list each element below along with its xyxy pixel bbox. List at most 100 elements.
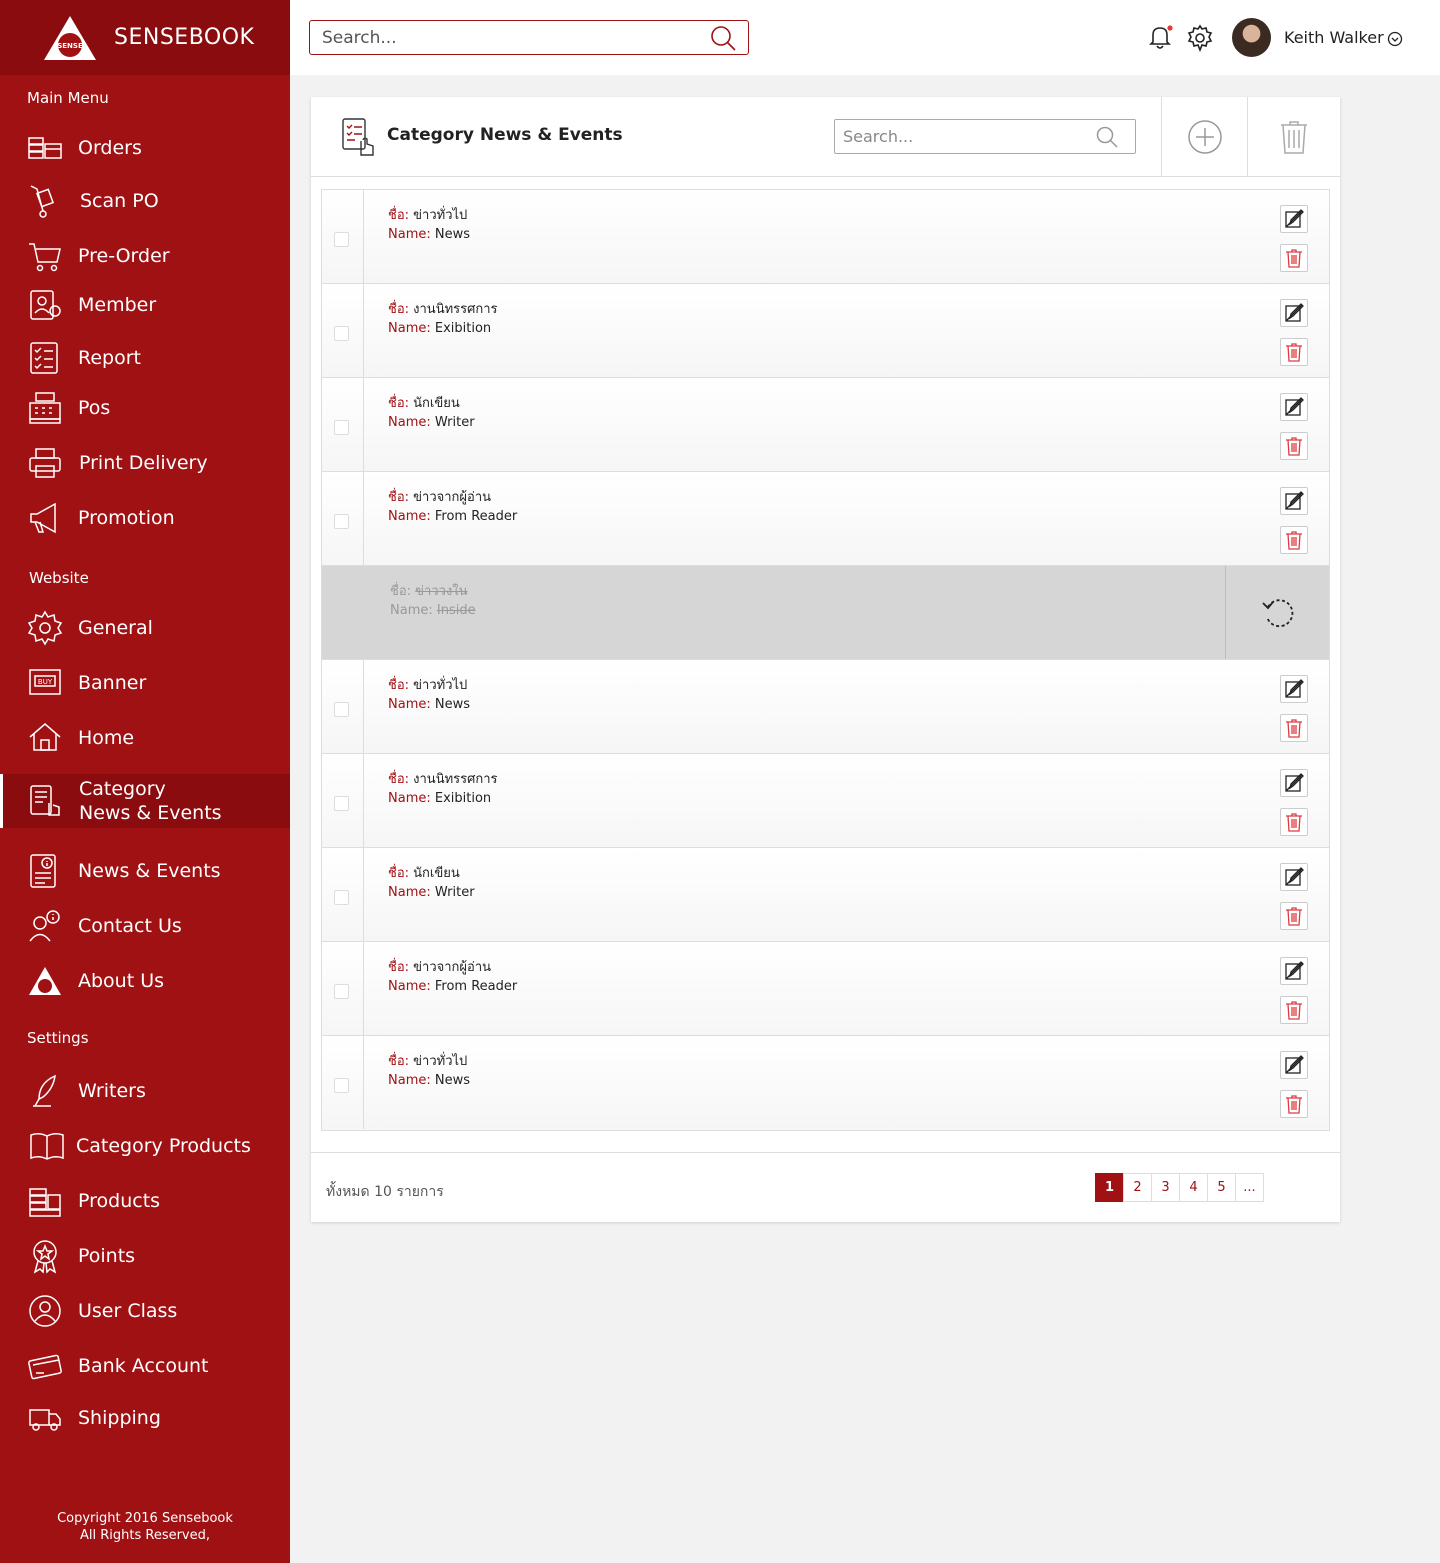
delete-button[interactable]: [1280, 996, 1308, 1024]
sidebar-item-label: Print Delivery: [79, 452, 208, 474]
delete-button[interactable]: [1280, 526, 1308, 554]
sidebar-item-member[interactable]: Member: [0, 281, 290, 329]
delete-button[interactable]: [1280, 338, 1308, 366]
english-name-line: Name: News: [388, 1073, 470, 1088]
sidebar-item-print-delivery[interactable]: Print Delivery: [0, 439, 290, 487]
edit-button[interactable]: [1280, 675, 1308, 703]
sidebar-item-pos[interactable]: Pos: [0, 384, 290, 432]
table-row: ชื่อ: ข่าวทั่วไป Name: News: [322, 190, 1329, 284]
add-button[interactable]: [1161, 97, 1247, 177]
delete-button[interactable]: [1280, 902, 1308, 930]
checkbox-cell: [322, 848, 364, 941]
restore-icon: [1260, 595, 1296, 631]
english-name-line: Name: From Reader: [388, 509, 517, 524]
row-checkbox[interactable]: [334, 420, 349, 435]
sidebar-item-label: Orders: [78, 137, 142, 159]
edit-button[interactable]: [1280, 205, 1308, 233]
sidebar-item-home[interactable]: Home: [0, 714, 290, 762]
printer-icon: [29, 448, 61, 478]
thai-name-label: ชื่อ:: [390, 584, 412, 599]
settings-gear-icon[interactable]: [1186, 24, 1214, 52]
thai-name-line: ชื่อ: ข่าวจากผู้อ่าน: [388, 486, 491, 507]
cart-icon: [29, 243, 61, 272]
sidebar-item-bank-account[interactable]: Bank Account: [0, 1342, 290, 1390]
restore-button[interactable]: [1225, 566, 1330, 659]
search-icon[interactable]: [710, 25, 736, 51]
thai-name-label: ชื่อ:: [388, 302, 410, 317]
sidebar-item-category-news-events[interactable]: Category News & Events: [0, 774, 290, 828]
sidebar-item-shipping[interactable]: Shipping: [0, 1394, 290, 1442]
page-button-3[interactable]: 3: [1151, 1173, 1180, 1202]
row-checkbox[interactable]: [334, 984, 349, 999]
thai-name-line: ชื่อ: ข่าวจากผู้อ่าน: [388, 956, 491, 977]
table-row: ชื่อ: ข่าวจากผู้อ่าน Name: From Reader: [322, 942, 1329, 1036]
sidebar-item-orders[interactable]: Orders: [0, 124, 290, 172]
thai-name-label: ชื่อ:: [388, 396, 410, 411]
category-icon: [30, 785, 60, 816]
page-button-1[interactable]: 1: [1095, 1173, 1124, 1202]
delete-button[interactable]: [1280, 714, 1308, 742]
edit-button[interactable]: [1280, 393, 1308, 421]
english-name-line: Name: News: [388, 697, 470, 712]
sidebar-item-pre-order[interactable]: Pre-Order: [0, 232, 290, 280]
sidebar-item-promotion[interactable]: Promotion: [0, 494, 290, 542]
sidebar-item-products[interactable]: Products: [0, 1177, 290, 1225]
page-ellipsis[interactable]: ...: [1235, 1173, 1264, 1202]
megaphone-icon: [30, 502, 56, 534]
username[interactable]: Keith Walker: [1284, 28, 1384, 47]
panel-header: Category News & Events: [311, 97, 1340, 177]
row-checkbox[interactable]: [334, 796, 349, 811]
sidebar-item-contact-us[interactable]: Contact Us: [0, 902, 290, 950]
sidebar-item-report[interactable]: Report: [0, 334, 290, 382]
edit-button[interactable]: [1280, 957, 1308, 985]
page-button-4[interactable]: 4: [1179, 1173, 1208, 1202]
page-button-5[interactable]: 5: [1207, 1173, 1236, 1202]
page-button-2[interactable]: 2: [1123, 1173, 1152, 1202]
thai-name-label: ชื่อ:: [388, 772, 410, 787]
row-checkbox[interactable]: [334, 890, 349, 905]
edit-icon: [1284, 491, 1304, 511]
svg-text:BUY: BUY: [38, 678, 53, 686]
sidebar-item-scan-po[interactable]: Scan PO: [0, 177, 290, 225]
chevron-down-icon[interactable]: [1387, 31, 1403, 47]
sidebar-item-general[interactable]: General: [0, 604, 290, 652]
logo-icon: [29, 967, 61, 995]
row-checkbox[interactable]: [334, 514, 349, 529]
sidebar-item-writers[interactable]: Writers: [0, 1067, 290, 1115]
search-icon[interactable]: [1095, 125, 1119, 149]
edit-button[interactable]: [1280, 769, 1308, 797]
sidebar-item-label: Report: [78, 347, 141, 369]
delete-button[interactable]: [1280, 808, 1308, 836]
row-checkbox[interactable]: [334, 326, 349, 341]
delete-selected-button[interactable]: [1247, 97, 1340, 177]
sidebar-item-points[interactable]: Points: [0, 1232, 290, 1280]
delete-button[interactable]: [1280, 432, 1308, 460]
edit-icon: [1284, 867, 1304, 887]
panel-search-input[interactable]: [835, 120, 1085, 153]
checkbox-cell: [322, 1036, 364, 1129]
notification-dot: [1167, 25, 1173, 31]
row-checkbox[interactable]: [334, 232, 349, 247]
row-checkbox[interactable]: [334, 1078, 349, 1093]
thai-name-value: ข่าววงใน: [415, 584, 468, 599]
thai-name-value: ข่าวจากผู้อ่าน: [413, 960, 492, 975]
sidebar-item-about-us[interactable]: About Us: [0, 957, 290, 1005]
sidebar-item-category-products[interactable]: Category Products: [0, 1122, 290, 1170]
thai-name-label: ชื่อ:: [388, 208, 410, 223]
edit-button[interactable]: [1280, 299, 1308, 327]
delete-button[interactable]: [1280, 244, 1308, 272]
delete-button[interactable]: [1280, 1090, 1308, 1118]
books-icon: [29, 1188, 61, 1217]
edit-button[interactable]: [1280, 1051, 1308, 1079]
avatar[interactable]: [1232, 18, 1271, 57]
edit-button[interactable]: [1280, 487, 1308, 515]
notification-bell-icon[interactable]: [1145, 22, 1175, 52]
row-checkbox[interactable]: [334, 702, 349, 717]
brand[interactable]: SENSE SENSEBOOK: [0, 0, 290, 75]
edit-button[interactable]: [1280, 863, 1308, 891]
sidebar-item-news-events[interactable]: News & Events: [0, 847, 290, 895]
global-search-input[interactable]: [310, 21, 690, 54]
sidebar-item-user-class[interactable]: User Class: [0, 1287, 290, 1335]
sidebar-item-banner[interactable]: BUY Banner: [0, 659, 290, 707]
thai-name-line: ชื่อ: นักเขียน: [388, 862, 460, 883]
